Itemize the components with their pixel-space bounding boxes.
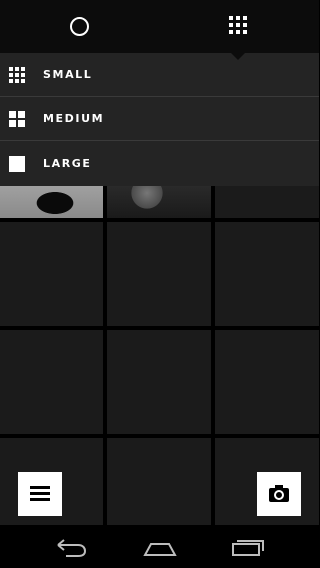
back-icon[interactable] bbox=[52, 533, 92, 561]
hamburger-icon bbox=[30, 486, 50, 502]
grid-small-icon bbox=[9, 66, 25, 83]
top-bar bbox=[0, 0, 319, 53]
grid-icon[interactable] bbox=[229, 16, 247, 34]
grid-tile[interactable] bbox=[215, 330, 319, 434]
recents-icon[interactable] bbox=[228, 533, 268, 561]
camera-button[interactable] bbox=[257, 472, 301, 516]
home-icon[interactable] bbox=[140, 533, 180, 561]
menu-button[interactable] bbox=[18, 472, 62, 516]
nav-bar bbox=[0, 525, 319, 568]
menu-item-label: SMALL bbox=[43, 68, 93, 81]
menu-item-small[interactable]: SMALL bbox=[0, 53, 319, 97]
grid-tile[interactable] bbox=[107, 330, 211, 434]
menu-item-large[interactable]: LARGE bbox=[0, 141, 319, 186]
grid-tile[interactable] bbox=[0, 222, 103, 326]
circle-icon[interactable] bbox=[70, 17, 89, 36]
grid-size-menu: SMALL MEDIUM LARGE bbox=[0, 53, 319, 186]
grid-tile[interactable] bbox=[215, 222, 319, 326]
grid-large-icon bbox=[9, 155, 25, 172]
camera-lens bbox=[274, 490, 284, 500]
menu-item-label: LARGE bbox=[43, 157, 92, 170]
grid-tile[interactable] bbox=[107, 438, 211, 525]
grid-tile[interactable] bbox=[0, 330, 103, 434]
menu-item-label: MEDIUM bbox=[43, 112, 105, 125]
menu-item-medium[interactable]: MEDIUM bbox=[0, 97, 319, 141]
grid-tile[interactable] bbox=[107, 222, 211, 326]
menu-pointer bbox=[231, 53, 245, 60]
grid-medium-icon bbox=[9, 110, 25, 127]
